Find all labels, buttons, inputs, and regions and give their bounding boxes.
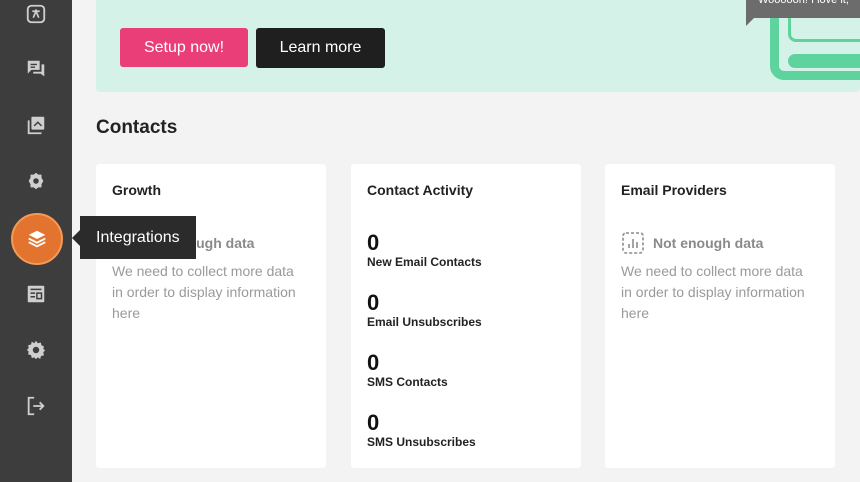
empty-title: Not enough data (653, 235, 764, 251)
gallery-icon (27, 116, 45, 135)
empty-state: Not enough data We need to collect more … (621, 231, 811, 324)
speech-bubble-tail (746, 18, 754, 26)
growth-card: Growth Not enough data We need to collec… (96, 164, 326, 468)
contact-activity-card: Contact Activity 0 New Email Contacts 0 … (351, 164, 581, 468)
stat-sms-contacts: 0 SMS Contacts (367, 350, 448, 390)
sidebar-item-forms[interactable] (22, 280, 50, 308)
empty-text: We need to collect more data in order to… (621, 263, 805, 321)
sidebar (0, 0, 72, 482)
stat-email-unsubscribes: 0 Email Unsubscribes (367, 290, 482, 330)
speech-bubble: Woooooh! I love it, (746, 0, 860, 18)
sidebar-item-integrations[interactable] (11, 213, 63, 265)
translate-icon (26, 4, 46, 24)
stat-value: 0 (367, 230, 380, 255)
email-providers-card: Email Providers Not enough data We need … (605, 164, 835, 468)
card-title: Contact Activity (367, 182, 474, 198)
learn-more-button[interactable]: Learn more (256, 28, 385, 68)
stat-value: 0 (367, 290, 380, 315)
setup-banner: Woooooh! I love it, Setup now! Learn mor… (96, 0, 860, 92)
logout-icon (27, 396, 45, 416)
stat-label: SMS Contacts (367, 375, 448, 389)
sidebar-item-settings[interactable] (22, 336, 50, 364)
sidebar-item-gallery[interactable] (22, 111, 50, 139)
sidebar-item-badge[interactable] (22, 167, 50, 195)
stat-label: SMS Unsubscribes (367, 435, 476, 449)
forms-icon (27, 285, 45, 303)
stat-new-email-contacts: 0 New Email Contacts (367, 230, 482, 270)
card-title: Email Providers (621, 182, 727, 198)
integrations-icon (28, 230, 46, 248)
stat-value: 0 (367, 350, 380, 375)
card-title: Growth (112, 182, 161, 198)
sidebar-item-logout[interactable] (22, 392, 50, 420)
settings-icon (26, 340, 46, 360)
badge-icon (28, 172, 44, 190)
setup-now-button[interactable]: Setup now! (120, 28, 248, 67)
stat-label: New Email Contacts (367, 255, 482, 269)
illustration-bar (788, 54, 860, 68)
chat-icon (27, 60, 45, 77)
stat-label: Email Unsubscribes (367, 315, 482, 329)
stat-sms-unsubscribes: 0 SMS Unsubscribes (367, 410, 476, 450)
empty-text: We need to collect more data in order to… (112, 263, 296, 321)
sidebar-item-translate[interactable] (22, 0, 50, 28)
integrations-tooltip: Integrations (72, 216, 196, 259)
stat-value: 0 (367, 410, 380, 435)
chart-placeholder-icon (622, 232, 644, 254)
sidebar-item-messages[interactable] (22, 55, 50, 83)
contacts-heading: Contacts (96, 117, 178, 138)
